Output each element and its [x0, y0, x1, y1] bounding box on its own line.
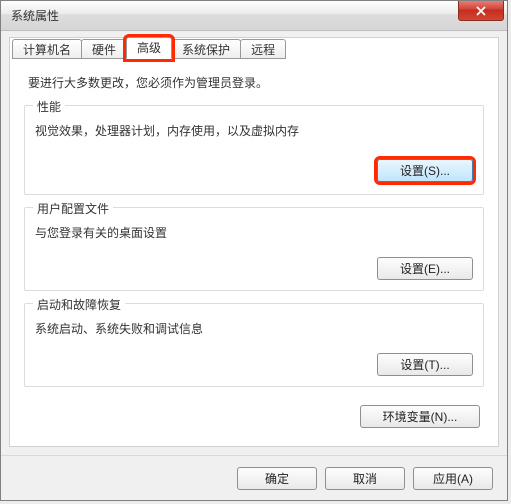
tab-body: 计算机名 硬件 高级 系统保护 远程 要进行大多数更改，您必须作为管理员登录。 … [9, 37, 499, 447]
dialog-footer: 确定 取消 应用(A) [1, 455, 507, 500]
group-user-profiles-label: 用户配置文件 [33, 200, 113, 217]
tab-remote[interactable]: 远程 [240, 39, 286, 59]
group-performance: 性能 视觉效果，处理器计划，内存使用，以及虚拟内存 设置(S)... [24, 105, 484, 195]
performance-settings-button[interactable]: 设置(S)... [377, 159, 473, 182]
close-icon [476, 6, 486, 16]
group-performance-desc: 视觉效果，处理器计划，内存使用，以及虚拟内存 [35, 122, 473, 139]
cancel-button[interactable]: 取消 [325, 467, 405, 490]
group-startup-recovery-desc: 系统启动、系统失败和调试信息 [35, 320, 473, 337]
close-button[interactable] [458, 1, 504, 21]
titlebar: 系统属性 [1, 1, 507, 31]
group-startup-recovery-label: 启动和故障恢复 [33, 296, 125, 313]
group-startup-recovery: 启动和故障恢复 系统启动、系统失败和调试信息 设置(T)... [24, 303, 484, 387]
startup-recovery-settings-button[interactable]: 设置(T)... [377, 353, 473, 376]
group-user-profiles: 用户配置文件 与您登录有关的桌面设置 设置(E)... [24, 207, 484, 291]
group-performance-label: 性能 [33, 98, 65, 115]
apply-button[interactable]: 应用(A) [413, 467, 493, 490]
tab-advanced[interactable]: 高级 [126, 37, 172, 59]
ok-button[interactable]: 确定 [237, 467, 317, 490]
group-user-profiles-desc: 与您登录有关的桌面设置 [35, 224, 473, 241]
tab-system-protection[interactable]: 系统保护 [171, 39, 241, 59]
tabstrip: 计算机名 硬件 高级 系统保护 远程 [12, 37, 285, 59]
user-profiles-settings-button[interactable]: 设置(E)... [377, 257, 473, 280]
admin-note: 要进行大多数更改，您必须作为管理员登录。 [28, 74, 480, 91]
system-properties-window: 系统属性 计算机名 硬件 高级 系统保护 远程 要进行大多数更改，您必须作为管理… [0, 0, 508, 501]
tab-computer-name[interactable]: 计算机名 [12, 39, 82, 59]
tab-hardware[interactable]: 硬件 [81, 39, 127, 59]
window-title: 系统属性 [11, 7, 59, 24]
environment-variables-button[interactable]: 环境变量(N)... [360, 405, 480, 428]
